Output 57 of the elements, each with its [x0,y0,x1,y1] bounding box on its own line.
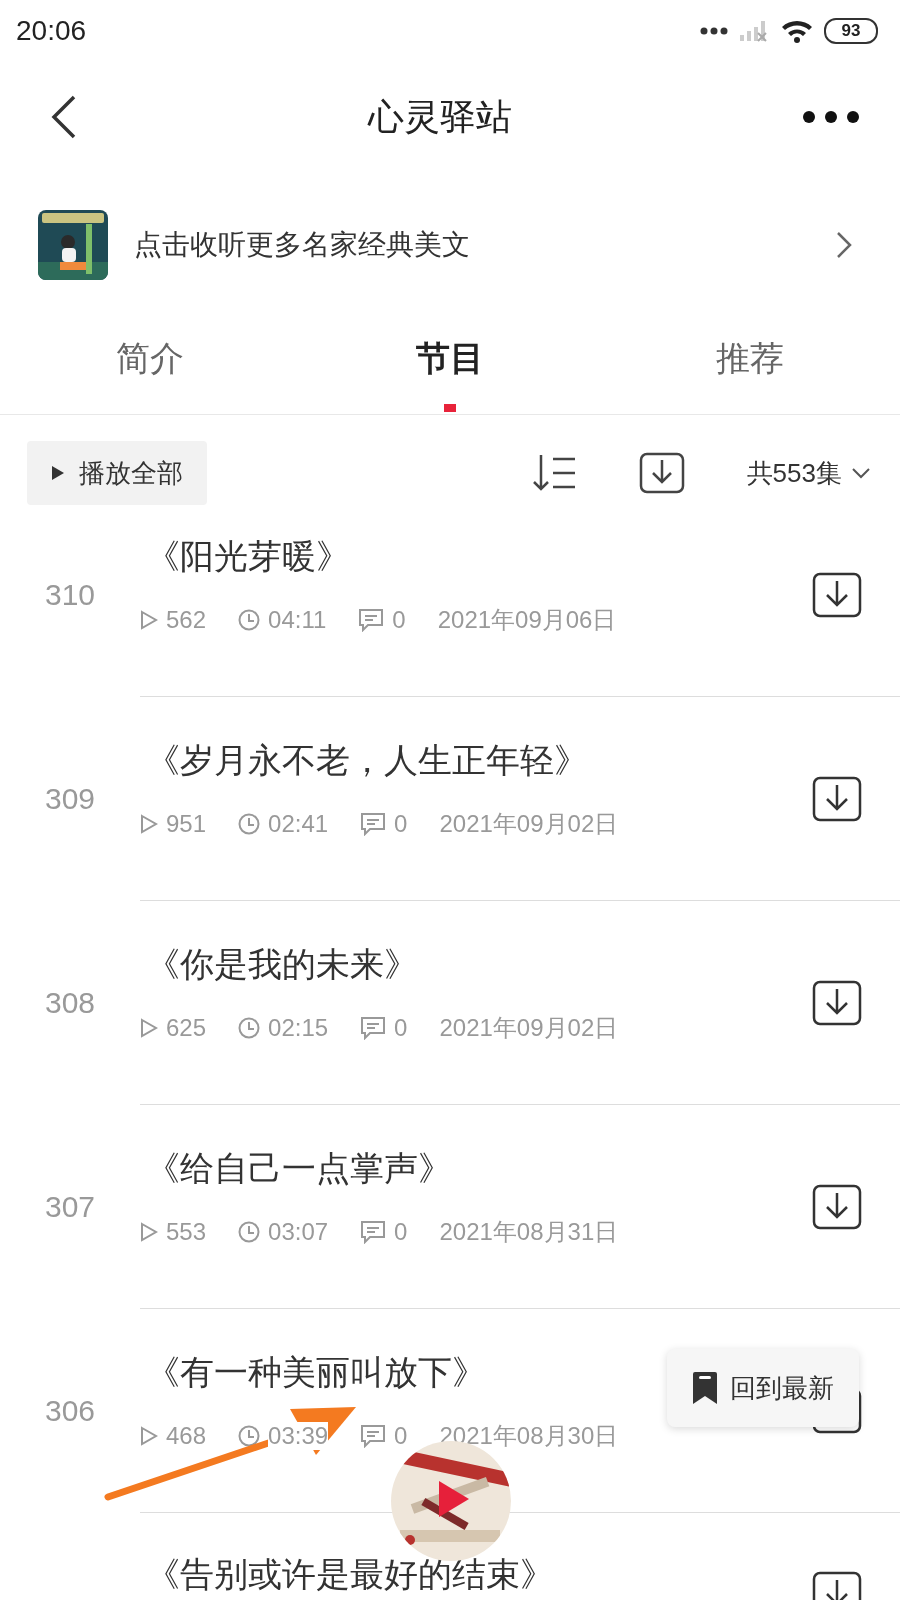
page-title: 心灵驿站 [368,94,512,139]
chevron-right-icon[interactable] [836,231,852,259]
episode-count[interactable]: 共553集 [746,455,842,491]
wifi-icon [780,18,814,44]
sort-icon[interactable] [530,453,577,493]
download-icon[interactable] [812,775,862,822]
episode-date: 2021年08月31日 [439,1216,619,1247]
episode-number: 307 [44,1190,96,1224]
play-count-icon [140,1017,158,1038]
download-icon[interactable] [812,571,862,618]
episode-date: 2021年09月02日 [439,808,619,839]
comment-icon [360,1423,387,1448]
clock-icon [238,1424,261,1447]
comment-icon [360,1219,387,1244]
episode-title[interactable]: 《阳光芽暖》 [146,533,617,580]
clock-icon [238,1220,261,1243]
episode-title[interactable]: 《你是我的未来》 [146,941,619,988]
banner-link[interactable]: 点击收听更多名家经典美文 [134,226,810,264]
episode-number: 309 [44,782,96,816]
signal-icon [738,19,770,43]
download-icon[interactable] [638,452,685,494]
tab[interactable]: 节目 [300,304,600,414]
comment-icon [358,607,385,632]
play-count-icon [140,609,158,630]
battery-level: 93 [841,21,861,41]
episode-date: 2021年09月02日 [439,1012,619,1043]
play-icon[interactable] [437,1479,471,1519]
clock-time: 20:06 [16,15,87,47]
episode-number: 310 [44,578,96,612]
download-icon[interactable] [812,1183,862,1230]
play-all-button[interactable]: 播放全部 [27,441,207,505]
episode-number: 306 [44,1394,96,1428]
play-count-icon [140,1221,158,1242]
download-icon[interactable] [812,979,862,1026]
back-to-latest-toast[interactable]: 回到最新 [667,1349,859,1427]
duration: 03:39 [268,1421,329,1450]
more-icon[interactable] [802,110,860,124]
episode-title[interactable]: 《给自己一点掌声》 [146,1145,619,1192]
tab[interactable]: 简介 [0,304,300,414]
episode-number: 308 [44,986,96,1020]
episode-title[interactable]: 《有一种美丽叫放下》 [146,1349,619,1396]
play-count-icon [140,1425,158,1446]
episode-title[interactable]: 《岁月永不老，人生正年轻》 [146,737,619,784]
clock-icon [238,608,261,631]
chevron-down-icon[interactable] [852,467,870,479]
episode-date: 2021年09月06日 [437,604,617,635]
clock-icon [238,1016,261,1039]
dots-icon [700,27,728,35]
comment-icon [360,1015,387,1040]
clock-icon [238,812,261,835]
play-icon [51,465,65,481]
tab[interactable]: 推荐 [600,304,900,414]
bookmark-icon [692,1371,718,1405]
play-count-icon [140,813,158,834]
episode-title[interactable]: 《告别或许是最好的结束》 [146,1557,554,1593]
comment-icon [360,811,387,836]
back-icon[interactable] [50,95,78,139]
